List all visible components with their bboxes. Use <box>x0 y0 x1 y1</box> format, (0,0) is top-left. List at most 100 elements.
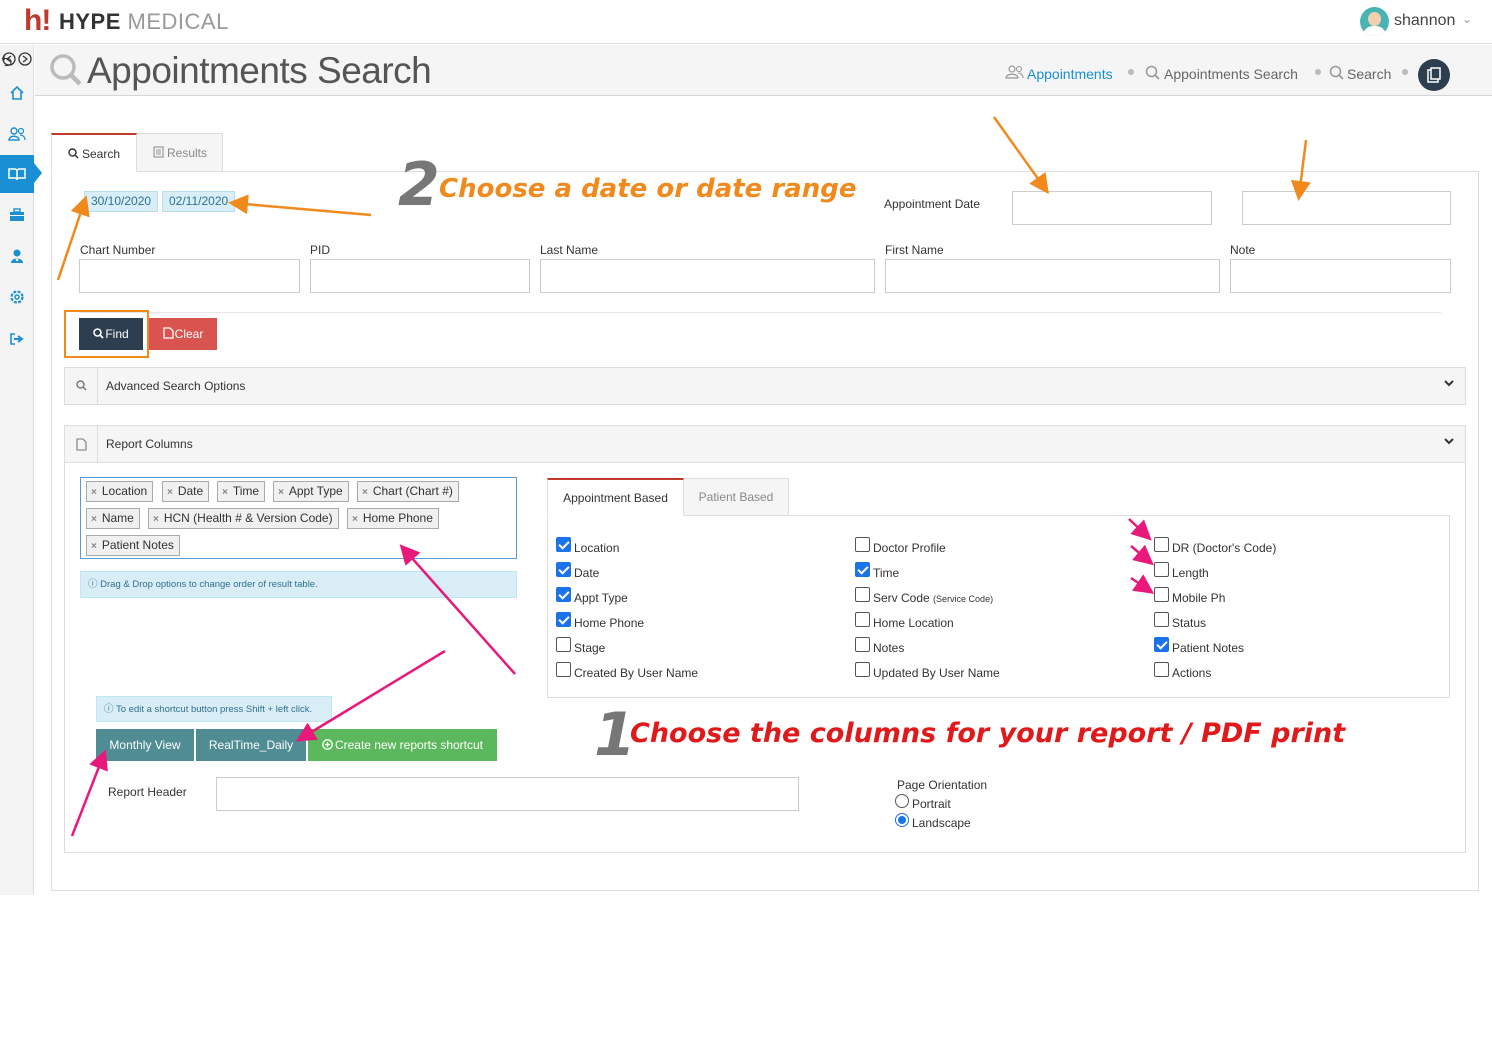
create-shortcut-button[interactable]: Create new reports shortcut <box>308 729 497 761</box>
shortcut-monthly-view-button[interactable]: Monthly View <box>96 729 194 761</box>
breadcrumb-appointments-search[interactable]: Appointments Search <box>1164 66 1298 82</box>
remove-icon[interactable]: × <box>167 487 173 498</box>
column-checkbox-status[interactable] <box>1154 612 1169 627</box>
remove-icon[interactable]: × <box>352 514 358 525</box>
tab-appointment-based[interactable]: Appointment Based <box>547 478 684 516</box>
brand-part-1: HYPE <box>59 9 121 34</box>
appointment-date-from-input[interactable] <box>1012 191 1212 225</box>
column-checkbox-location[interactable] <box>556 537 571 552</box>
first-name-input[interactable] <box>885 259 1220 293</box>
column-tag[interactable]: × Date <box>162 481 210 502</box>
home-icon <box>10 85 24 100</box>
portrait-label: Portrait <box>912 797 951 811</box>
column-checkbox-mobile-ph[interactable] <box>1154 587 1169 602</box>
column-checkbox-doctor-profile[interactable] <box>855 537 870 552</box>
advanced-search-accordion[interactable]: Advanced Search Options <box>64 367 1466 405</box>
column-checkbox-home-phone[interactable] <box>556 612 571 627</box>
breadcrumb-separator <box>1128 69 1134 75</box>
column-checkbox-time[interactable] <box>855 562 870 577</box>
sidebar-item-appointments[interactable] <box>0 155 34 193</box>
column-checkbox-notes[interactable] <box>855 637 870 652</box>
clear-button[interactable]: Clear <box>149 318 217 350</box>
last-name-input[interactable] <box>540 259 875 293</box>
user-menu[interactable]: shannon <box>1394 12 1455 30</box>
sidebar-item-logout[interactable] <box>0 321 34 357</box>
remove-icon[interactable]: × <box>91 487 97 498</box>
sidebar-item-settings[interactable] <box>0 279 34 315</box>
column-label: Time <box>873 566 900 580</box>
column-checkbox-updated-by[interactable] <box>855 662 870 677</box>
remove-icon[interactable]: × <box>278 487 284 498</box>
column-checkbox-appt-type[interactable] <box>556 587 571 602</box>
find-label: Find <box>105 327 129 341</box>
column-checkbox-actions[interactable] <box>1154 662 1169 677</box>
chart-number-input[interactable] <box>79 259 300 293</box>
chevron-down-icon[interactable] <box>1443 376 1455 390</box>
breadcrumb-search[interactable]: Search <box>1347 66 1391 82</box>
breadcrumb-appointments[interactable]: Appointments <box>1027 66 1113 82</box>
column-tag[interactable]: × HCN (Health # & Version Code) <box>148 508 339 529</box>
column-tag[interactable]: × Patient Notes <box>86 535 180 556</box>
date-chip-from[interactable]: 30/10/2020 <box>84 191 159 212</box>
column-checkbox-length[interactable] <box>1154 562 1169 577</box>
remove-icon[interactable]: × <box>222 487 228 498</box>
column-checkbox-patient-notes[interactable] <box>1154 637 1169 652</box>
appointment-date-label: Appointment Date <box>884 197 981 211</box>
column-label: Home Location <box>873 616 954 630</box>
remove-icon[interactable]: × <box>91 514 97 525</box>
logo-mark: h! <box>24 4 51 37</box>
tab-search[interactable]: Search <box>51 133 137 172</box>
clipboard-icon <box>1427 67 1441 83</box>
sidebar-item-home[interactable] <box>0 75 34 111</box>
column-checkbox-home-location[interactable] <box>855 612 870 627</box>
landscape-radio[interactable] <box>895 813 909 827</box>
note-input[interactable] <box>1230 259 1451 293</box>
remove-icon[interactable]: × <box>91 541 97 552</box>
column-checkbox-date[interactable] <box>556 562 571 577</box>
column-checkbox-created-by[interactable] <box>556 662 571 677</box>
column-label: Date <box>574 566 600 580</box>
report-header-input[interactable] <box>216 777 799 811</box>
column-checkbox-serv-code[interactable] <box>855 587 870 602</box>
brand-part-2: MEDICAL <box>127 9 229 34</box>
date-chip-to[interactable]: 02/11/2020 <box>162 191 236 212</box>
chevron-down-icon[interactable]: ⌄ <box>1462 12 1472 26</box>
column-tag[interactable]: × Name <box>86 508 140 529</box>
avatar[interactable] <box>1360 7 1389 36</box>
sidebar-item-briefcase[interactable] <box>0 197 34 233</box>
find-button[interactable]: Find <box>79 318 143 350</box>
column-label: Actions <box>1172 666 1212 680</box>
column-checkbox-dr-code[interactable] <box>1154 537 1169 552</box>
column-tag[interactable]: × Home Phone <box>347 508 439 529</box>
sidebar-item-doctor[interactable] <box>0 238 34 274</box>
page-orientation-label: Page Orientation <box>897 778 988 792</box>
sidebar-item-users[interactable] <box>0 116 34 152</box>
gear-icon <box>10 290 24 304</box>
breadcrumb-separator <box>1315 69 1321 75</box>
shortcut-realtime-daily-button[interactable]: RealTime_Daily <box>196 729 306 761</box>
appointment-date-to-input[interactable] <box>1242 191 1451 225</box>
column-tag[interactable]: × Chart (Chart #) <box>357 481 459 502</box>
column-label: Length <box>1172 566 1209 580</box>
remove-icon[interactable]: × <box>153 514 159 525</box>
divider <box>79 312 1441 313</box>
clear-label: Clear <box>174 327 204 341</box>
column-tag[interactable]: × Appt Type <box>273 481 349 502</box>
portrait-radio[interactable] <box>895 794 909 808</box>
column-tag[interactable]: × Location <box>86 481 154 502</box>
column-checkbox-stage[interactable] <box>556 637 571 652</box>
tab-patient-based[interactable]: Patient Based <box>683 478 789 516</box>
remove-icon[interactable]: × <box>362 487 368 498</box>
info-icon: ⓘ <box>104 704 114 715</box>
report-columns-accordion[interactable]: Report Columns <box>64 425 1466 463</box>
clipboard-button[interactable] <box>1418 59 1450 91</box>
back-forward-icon[interactable] <box>1 51 33 67</box>
column-label: Status <box>1172 616 1207 630</box>
pid-input[interactable] <box>310 259 530 293</box>
chevron-down-icon[interactable] <box>1443 434 1455 448</box>
column-label: DR (Doctor's Code) <box>1172 541 1277 555</box>
search-icon <box>50 54 82 86</box>
tab-results[interactable]: Results <box>136 133 223 172</box>
shortcut-hint: ⓘ To edit a shortcut button press Shift … <box>96 696 332 722</box>
column-tag[interactable]: × Time <box>217 481 266 502</box>
